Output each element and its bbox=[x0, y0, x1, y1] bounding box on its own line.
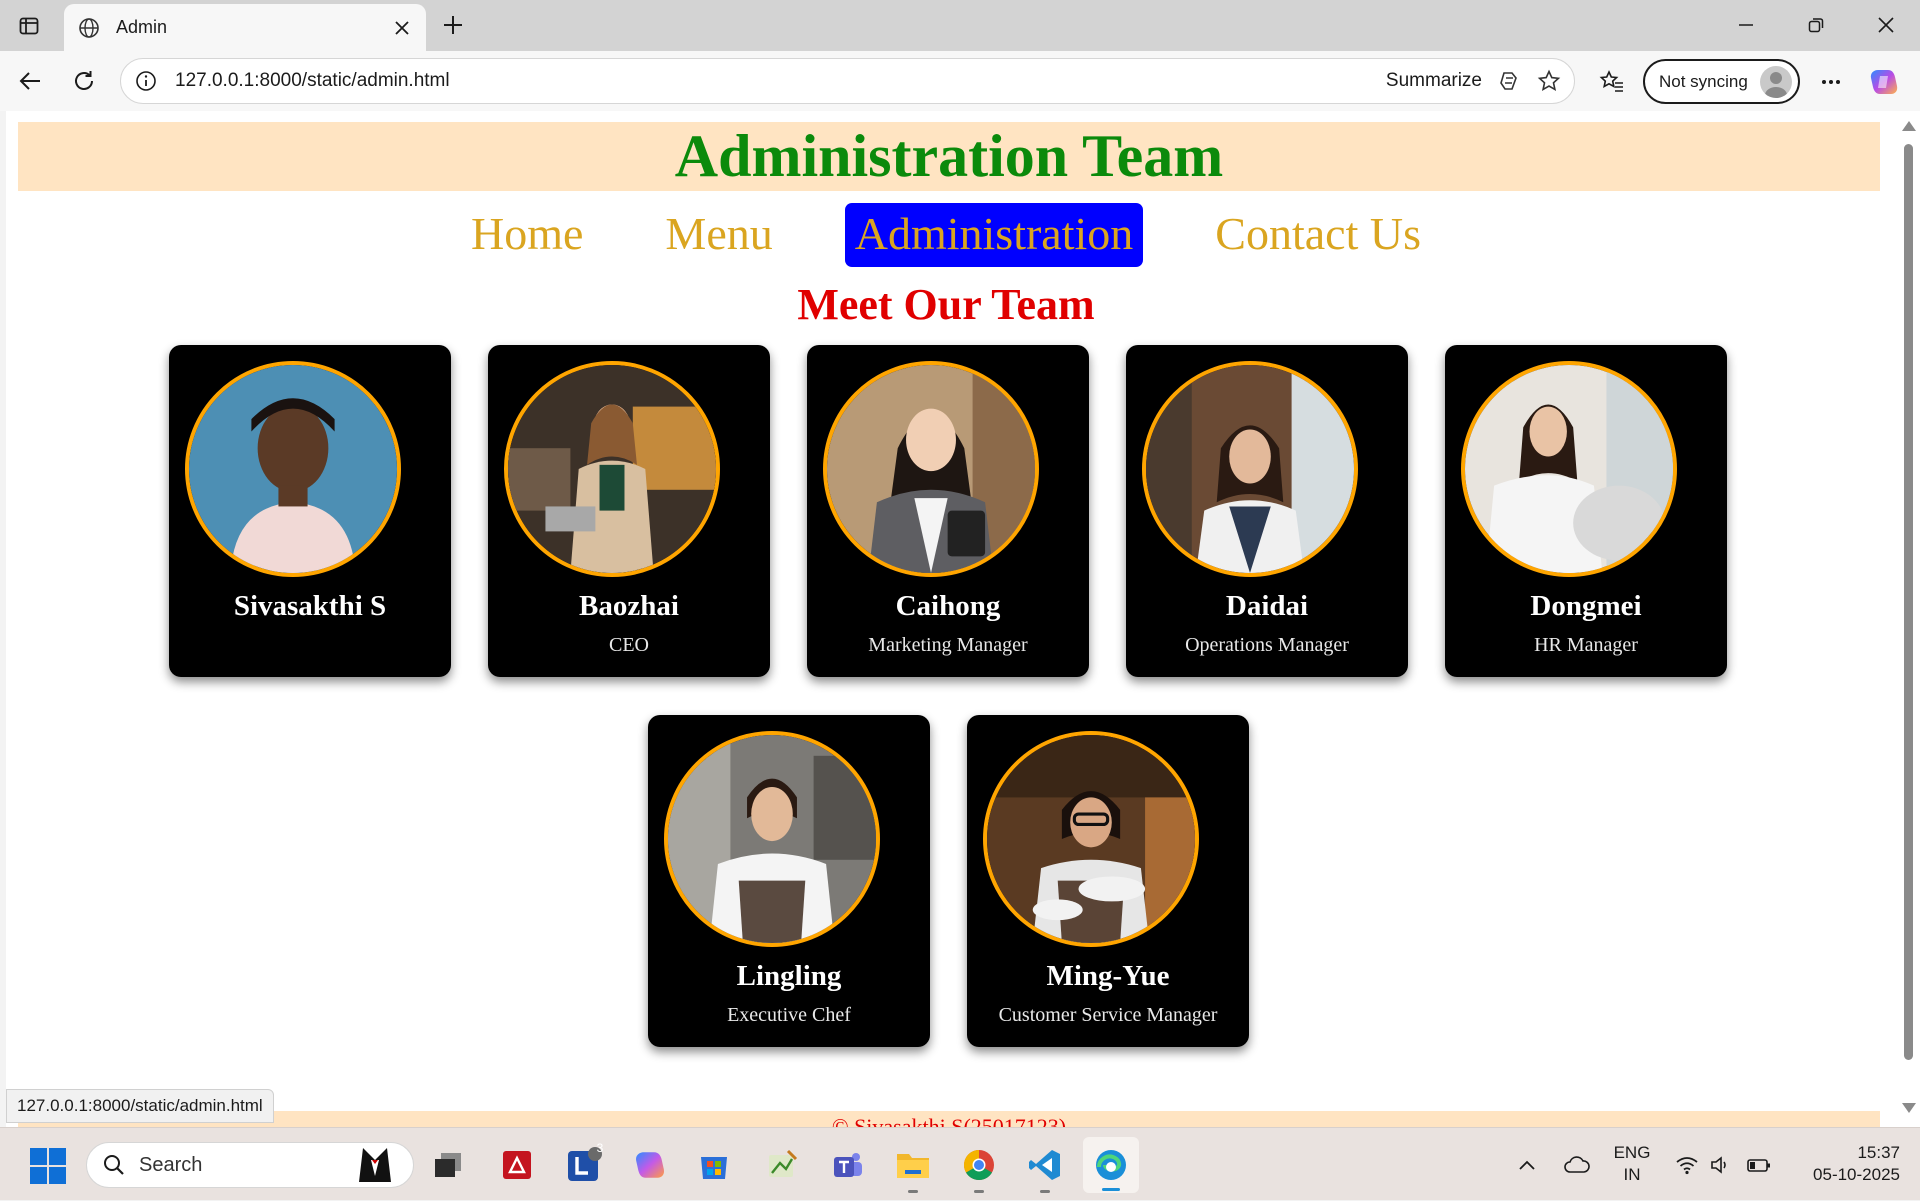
copilot-app-icon[interactable] bbox=[630, 1145, 670, 1185]
notification-badge: 3 bbox=[596, 1141, 604, 1155]
main-nav: Home Menu Administration Contact Us bbox=[6, 203, 1886, 269]
team-member-name: Caihong bbox=[895, 590, 1001, 622]
url-text[interactable]: 127.0.0.1:8000/static/admin.html bbox=[175, 70, 1386, 92]
team-member-name: Daidai bbox=[1225, 590, 1309, 622]
edge-icon[interactable] bbox=[1083, 1137, 1139, 1193]
team-photo bbox=[664, 731, 880, 947]
system-clock[interactable]: 15:37 05-10-2025 bbox=[1790, 1142, 1900, 1186]
page-header: Administration Team bbox=[18, 122, 1880, 191]
task-view-icon[interactable] bbox=[428, 1145, 468, 1185]
search-icon bbox=[101, 1152, 127, 1178]
favorites-icon[interactable] bbox=[1596, 66, 1628, 98]
chrome-icon[interactable] bbox=[959, 1145, 999, 1193]
footer-text: © Sivasakthi S(25017123) bbox=[831, 1114, 1067, 1127]
link-status-bar: 127.0.0.1:8000/static/admin.html bbox=[6, 1089, 274, 1123]
summarize-button[interactable]: Summarize bbox=[1386, 70, 1482, 92]
star-icon[interactable] bbox=[1534, 66, 1564, 96]
team-member-name: Baozhai bbox=[579, 590, 679, 622]
team-card: Ming-Yue Customer Service Manager bbox=[967, 715, 1249, 1047]
back-icon[interactable] bbox=[14, 65, 46, 97]
windows-start-icon[interactable] bbox=[30, 1148, 66, 1184]
nav-menu[interactable]: Menu bbox=[655, 203, 782, 267]
page-scrollbar[interactable] bbox=[1897, 111, 1920, 1127]
team-member-role: Executive Chef bbox=[727, 1004, 851, 1026]
app-l-icon[interactable]: 3 bbox=[564, 1141, 604, 1185]
avatar bbox=[1760, 65, 1792, 98]
globe-icon bbox=[76, 15, 102, 41]
team-card: Baozhai CEO bbox=[488, 345, 770, 677]
browser-toolbar: 127.0.0.1:8000/static/admin.html Summari… bbox=[0, 51, 1920, 111]
team-photo bbox=[1142, 361, 1358, 577]
team-member-role: CEO bbox=[609, 634, 649, 656]
tab-strip: Admin bbox=[0, 0, 1920, 51]
tab-actions-icon[interactable] bbox=[14, 11, 44, 41]
chevron-up-icon[interactable] bbox=[1512, 1128, 1542, 1201]
team-member-role: Operations Manager bbox=[1185, 634, 1349, 656]
section-subheading: Meet Our Team bbox=[797, 280, 1095, 329]
team-card: Dongmei HR Manager bbox=[1445, 345, 1727, 677]
cloud-icon[interactable] bbox=[1560, 1128, 1594, 1201]
team-photo bbox=[504, 361, 720, 577]
language-line1: ENG bbox=[1613, 1143, 1651, 1162]
clock-time: 15:37 bbox=[1857, 1143, 1900, 1162]
team-card: Sivasakthi S bbox=[169, 345, 451, 677]
team-photo bbox=[823, 361, 1039, 577]
page-title: Administration Team bbox=[674, 123, 1224, 189]
more-icon[interactable] bbox=[1815, 66, 1847, 98]
page-viewport: Administration Team Home Menu Administra… bbox=[6, 111, 1897, 1127]
teams-icon[interactable] bbox=[827, 1145, 867, 1185]
speaker-icon[interactable] bbox=[1706, 1128, 1736, 1201]
copilot-icon[interactable] bbox=[1494, 66, 1524, 96]
edge-copilot-icon[interactable] bbox=[1868, 66, 1900, 98]
team-member-role: Customer Service Manager bbox=[998, 1004, 1218, 1026]
battery-icon[interactable] bbox=[1744, 1128, 1774, 1201]
nav-contact-us[interactable]: Contact Us bbox=[1205, 203, 1431, 267]
nav-home[interactable]: Home bbox=[461, 203, 593, 267]
team-photo bbox=[185, 361, 401, 577]
team-member-role: HR Manager bbox=[1534, 634, 1638, 656]
team-member-role: Marketing Manager bbox=[868, 634, 1028, 656]
sync-label: Not syncing bbox=[1659, 71, 1748, 91]
team-member-name: Ming-Yue bbox=[1046, 960, 1170, 992]
store-icon[interactable] bbox=[694, 1145, 734, 1185]
profile-sync-button[interactable]: Not syncing bbox=[1643, 59, 1800, 104]
page-footer: © Sivasakthi S(25017123) bbox=[18, 1111, 1880, 1127]
refresh-icon[interactable] bbox=[68, 65, 100, 97]
info-icon[interactable] bbox=[133, 68, 159, 94]
team-member-name: Lingling bbox=[736, 960, 842, 992]
browser-tab[interactable]: Admin bbox=[64, 4, 426, 51]
language-indicator[interactable]: ENG IN bbox=[1612, 1142, 1652, 1186]
plus-icon[interactable] bbox=[438, 10, 468, 40]
team-photo bbox=[983, 731, 1199, 947]
scroll-down-arrow[interactable] bbox=[1902, 1103, 1916, 1113]
close-icon[interactable] bbox=[388, 14, 416, 42]
close-window-icon[interactable] bbox=[1871, 10, 1901, 40]
scroll-thumb[interactable] bbox=[1904, 144, 1913, 1060]
team-member-name: Dongmei bbox=[1530, 590, 1642, 622]
paint-app-icon[interactable] bbox=[762, 1145, 802, 1185]
vscode-icon[interactable] bbox=[1025, 1145, 1065, 1193]
team-card: Lingling Executive Chef bbox=[648, 715, 930, 1047]
team-card: Daidai Operations Manager bbox=[1126, 345, 1408, 677]
minimize-icon[interactable] bbox=[1731, 10, 1761, 40]
clock-date: 05-10-2025 bbox=[1813, 1165, 1900, 1184]
app-red-icon[interactable] bbox=[497, 1145, 537, 1185]
address-bar[interactable]: 127.0.0.1:8000/static/admin.html Summari… bbox=[120, 58, 1575, 104]
scroll-up-arrow[interactable] bbox=[1902, 121, 1916, 131]
restore-icon[interactable] bbox=[1801, 10, 1831, 40]
search-placeholder: Search bbox=[139, 1153, 203, 1176]
wifi-icon[interactable] bbox=[1672, 1128, 1702, 1201]
search-highlight-icon bbox=[353, 1145, 397, 1185]
team-card: Caihong Marketing Manager bbox=[807, 345, 1089, 677]
nav-administration[interactable]: Administration bbox=[844, 203, 1144, 267]
taskbar-search[interactable]: Search bbox=[86, 1142, 414, 1188]
team-member-name: Sivasakthi S bbox=[233, 590, 387, 622]
file-explorer-icon[interactable] bbox=[893, 1145, 933, 1193]
tab-title: Admin bbox=[116, 17, 168, 37]
windows-taskbar: Search 3 ENG IN 15:37 05-10-2025 bbox=[0, 1127, 1920, 1200]
team-photo bbox=[1461, 361, 1677, 577]
language-line2: IN bbox=[1623, 1165, 1641, 1184]
